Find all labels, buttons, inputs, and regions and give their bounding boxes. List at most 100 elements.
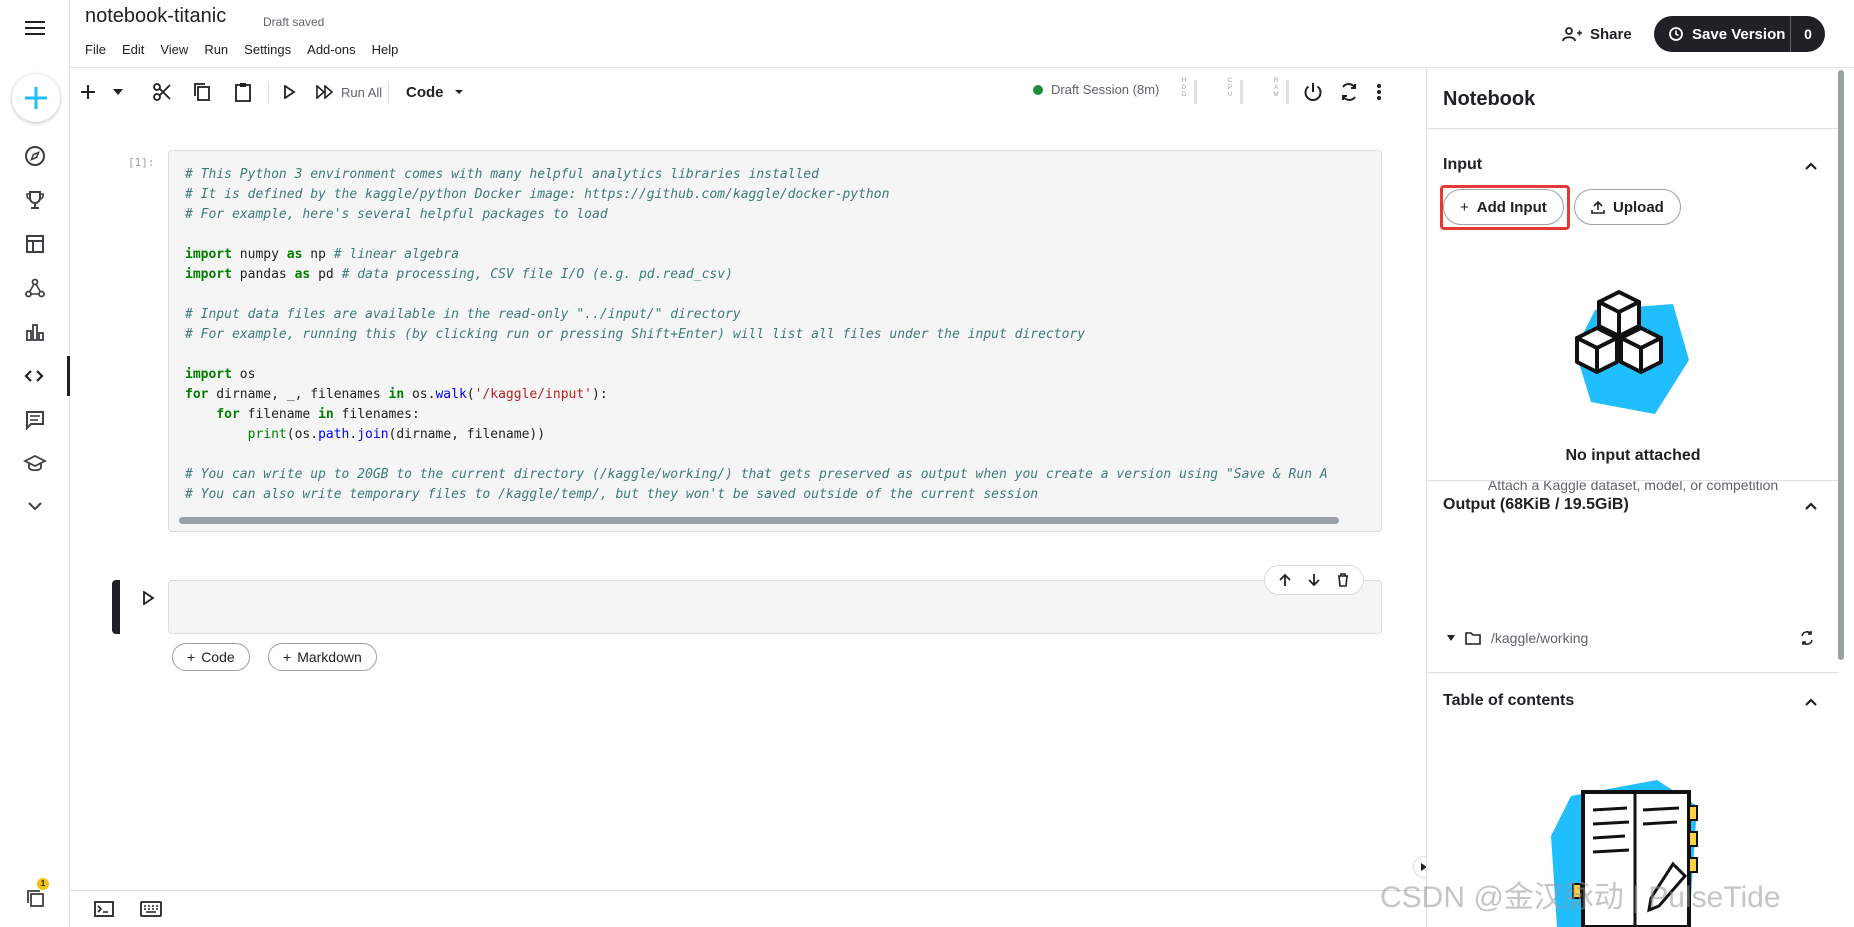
notifications-icon[interactable]: [0, 878, 70, 918]
move-up-icon[interactable]: [1278, 573, 1292, 587]
chevron-down-icon: [454, 90, 463, 94]
people-icon: [1562, 27, 1582, 42]
menu-help[interactable]: Help: [372, 42, 399, 57]
session-status[interactable]: Draft Session (8m): [1033, 82, 1159, 97]
empty-input-illustration: [1575, 290, 1689, 414]
highlight-box: [1440, 185, 1570, 230]
run-cell-icon[interactable]: [282, 78, 296, 106]
active-cell-marker: [112, 580, 120, 634]
divider: [1427, 128, 1839, 129]
copy-icon[interactable]: [192, 78, 212, 106]
chart-icon[interactable]: [0, 312, 70, 352]
code-cell[interactable]: # This Python 3 environment comes with m…: [168, 150, 1382, 532]
notebook-toolbar: Run All Code Draft Session (8m) HDD CPU …: [70, 68, 1426, 116]
run-all-icon: [316, 85, 334, 99]
more-icon[interactable]: [0, 486, 70, 526]
add-code-cell-button[interactable]: + Code: [172, 643, 250, 671]
menu-edit[interactable]: Edit: [122, 42, 144, 57]
empty-code-cell[interactable]: [168, 580, 1382, 634]
run-cell-icon[interactable]: [136, 586, 160, 610]
refresh-icon[interactable]: [1799, 630, 1815, 646]
hdd-meter: [1194, 80, 1197, 104]
upload-icon: [1591, 200, 1605, 214]
output-path: /kaggle/working: [1491, 630, 1589, 646]
learn-icon[interactable]: [0, 444, 70, 484]
code-icon[interactable]: [0, 356, 70, 396]
toolbar-divider: [268, 82, 269, 104]
ram-meter: [1286, 80, 1289, 104]
explore-icon[interactable]: [0, 136, 70, 176]
add-markdown-cell-button[interactable]: + Markdown: [268, 643, 377, 671]
menu-icon[interactable]: [0, 8, 70, 48]
cell-type-label: Code: [406, 83, 444, 101]
chevron-up-icon[interactable]: [1801, 496, 1821, 516]
history-icon: [1669, 27, 1683, 41]
input-section-title[interactable]: Input: [1443, 156, 1482, 174]
divider: [1427, 672, 1839, 673]
left-rail: 1: [0, 0, 70, 927]
chevron-up-icon[interactable]: [1801, 692, 1821, 712]
notebook-header: notebook-titanic Draft saved File Edit V…: [70, 0, 1854, 68]
run-all-label: Run All: [341, 84, 383, 100]
notebook-title[interactable]: notebook-titanic: [85, 5, 226, 28]
horizontal-scrollbar[interactable]: [179, 517, 1339, 524]
menu-view[interactable]: View: [160, 42, 188, 57]
notebook-side-panel: Notebook Input + Add Input Upload No inp…: [1426, 68, 1854, 927]
create-icon[interactable]: [12, 74, 60, 122]
plus-icon: +: [283, 649, 292, 665]
watermark: CSDN @金汉脉动 | PulseTide: [1380, 881, 1781, 914]
notification-badge: 1: [37, 878, 49, 890]
session-label: Draft Session (8m): [1051, 82, 1160, 97]
plus-icon: +: [187, 649, 196, 665]
session-indicator: [1033, 84, 1043, 95]
ram-meter-label: RAM: [1273, 78, 1279, 98]
more-options-icon[interactable]: [1376, 78, 1382, 106]
hdd-meter-label: HDD: [1181, 78, 1187, 98]
cpu-meter-label: CPU: [1227, 78, 1233, 98]
output-folder-row[interactable]: /kaggle/working: [1447, 630, 1588, 646]
paste-icon[interactable]: [233, 78, 253, 106]
toc-section-title[interactable]: Table of contents: [1443, 692, 1574, 710]
menu-file[interactable]: File: [85, 42, 106, 57]
share-button[interactable]: Share: [1562, 18, 1632, 50]
divider: [1427, 480, 1839, 481]
keyboard-icon[interactable]: [140, 901, 162, 917]
add-cell-dropdown-icon[interactable]: [112, 78, 124, 106]
models-icon[interactable]: [0, 268, 70, 308]
code-editor[interactable]: # This Python 3 environment comes with m…: [185, 165, 1328, 505]
console-icon[interactable]: [94, 901, 114, 917]
folder-icon: [1465, 632, 1481, 645]
save-version-button[interactable]: Save Version 0: [1654, 16, 1825, 52]
output-section-title[interactable]: Output (68KiB / 19.5GiB): [1443, 496, 1629, 514]
menu-bar: File Edit View Run Settings Add-ons Help: [85, 42, 414, 57]
toolbar-divider: [388, 82, 389, 104]
panel-title: Notebook: [1443, 88, 1536, 110]
menu-add-ons[interactable]: Add-ons: [307, 42, 355, 57]
cell-type-select[interactable]: Code: [406, 78, 464, 106]
discussion-icon[interactable]: [0, 400, 70, 440]
trophy-icon[interactable]: [0, 180, 70, 220]
notebook-editor: [1]: # This Python 3 environment comes w…: [70, 116, 1426, 890]
panel-scrollbar[interactable]: [1838, 70, 1844, 660]
save-version-count[interactable]: 0: [1790, 16, 1825, 52]
power-icon[interactable]: [1302, 78, 1324, 106]
upload-button[interactable]: Upload: [1574, 189, 1681, 225]
upload-label: Upload: [1613, 198, 1664, 216]
restart-icon[interactable]: [1338, 78, 1360, 106]
cut-icon[interactable]: [152, 78, 172, 106]
caret-down-icon: [1447, 635, 1455, 641]
chevron-up-icon[interactable]: [1801, 156, 1821, 176]
cpu-meter: [1240, 80, 1243, 104]
save-status: Draft saved: [263, 15, 325, 29]
menu-settings[interactable]: Settings: [244, 42, 291, 57]
add-code-label: Code: [201, 649, 235, 665]
menu-run[interactable]: Run: [204, 42, 228, 57]
add-cell-icon[interactable]: [80, 78, 96, 106]
delete-icon[interactable]: [1336, 573, 1350, 587]
move-down-icon[interactable]: [1307, 573, 1321, 587]
bottom-bar: [70, 890, 1426, 927]
run-all-button[interactable]: Run All: [315, 78, 382, 106]
datasets-icon[interactable]: [0, 224, 70, 264]
cell-execution-count: [1]:: [128, 156, 155, 169]
empty-input-title: No input attached: [1565, 447, 1701, 464]
